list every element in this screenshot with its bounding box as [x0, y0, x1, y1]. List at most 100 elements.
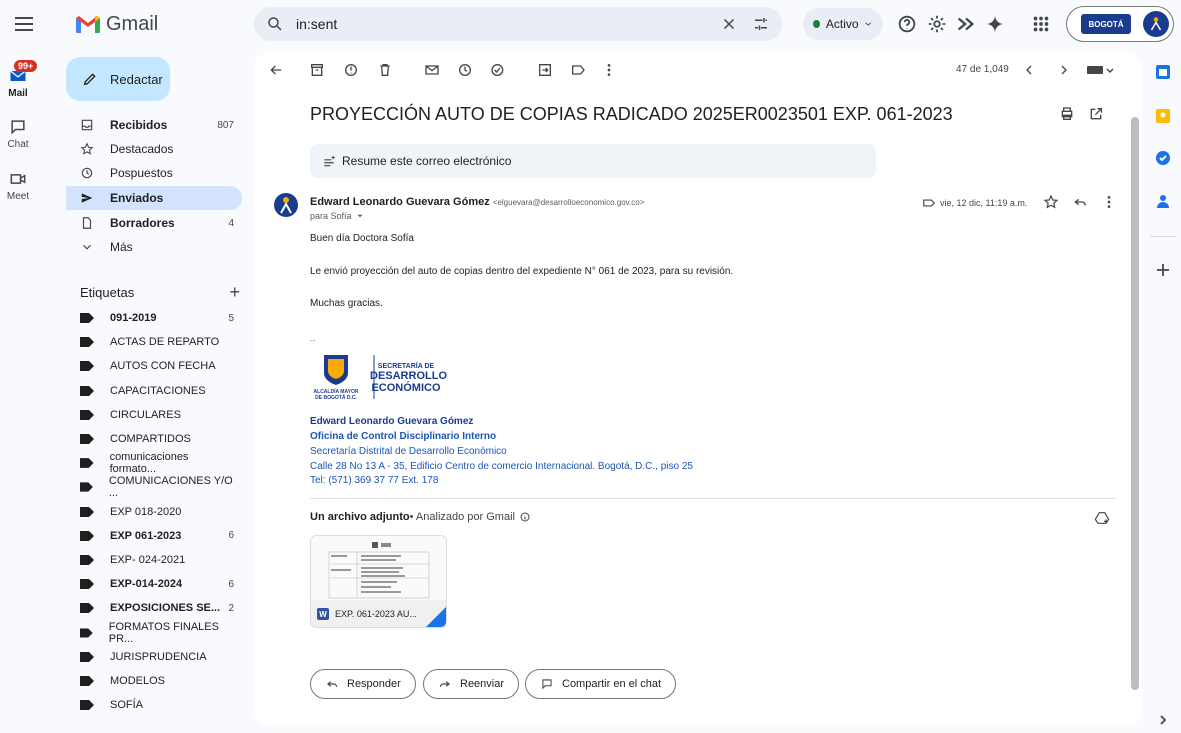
label-tag-icon: [80, 603, 94, 614]
label-item[interactable]: EXP 061-2023 6: [66, 524, 242, 548]
keep-app-button[interactable]: [1153, 106, 1173, 126]
more-vert-icon: [607, 64, 611, 76]
nav-item-sent[interactable]: Enviados: [66, 186, 242, 210]
label-item[interactable]: EXP 018-2020: [66, 500, 242, 524]
nav-item-more[interactable]: Más: [66, 235, 242, 259]
sender-avatar[interactable]: [274, 193, 298, 217]
more-options-button[interactable]: [601, 62, 617, 78]
avatar[interactable]: [1143, 11, 1169, 37]
contacts-app-button[interactable]: [1153, 191, 1173, 211]
label-item[interactable]: EXP- 024-2021: [66, 548, 242, 572]
label-count: 5: [228, 312, 234, 324]
older-button[interactable]: [1056, 62, 1072, 78]
search-bar[interactable]: [254, 7, 782, 41]
info-icon[interactable]: [519, 511, 531, 523]
reply-icon: [1074, 198, 1086, 206]
label-item[interactable]: EXP-014-2024 6: [66, 572, 242, 596]
calendar-icon: [1156, 65, 1170, 79]
star-button[interactable]: [1043, 194, 1059, 210]
scan-note: • Analizado por Gmail: [409, 511, 515, 523]
search-options-icon[interactable]: [752, 15, 770, 33]
rail-meet[interactable]: Meet: [0, 169, 36, 202]
label-item[interactable]: SOFÍA: [66, 693, 242, 717]
rail-meet-label: Meet: [6, 191, 30, 202]
label-button[interactable]: [570, 62, 586, 78]
print-button[interactable]: [1059, 106, 1075, 122]
forward-label: Reenviar: [460, 678, 505, 690]
main-menu-button[interactable]: [12, 12, 36, 36]
chevron-right-icon: [1160, 715, 1167, 725]
expand-panel-button[interactable]: [1153, 710, 1173, 730]
share-chat-button[interactable]: Compartir en el chat: [525, 669, 677, 699]
label-item[interactable]: EXPOSICIONES SE... 2: [66, 596, 242, 620]
compose-button[interactable]: Redactar: [66, 57, 170, 101]
archive-button[interactable]: [309, 62, 325, 78]
google-apps-button[interactable]: [1030, 13, 1052, 35]
summarize-button[interactable]: Resume este correo electrónico: [310, 144, 876, 178]
help-icon: [898, 15, 916, 33]
label-item[interactable]: FORMATOS FINALES PR...: [66, 621, 242, 645]
apps-script-button[interactable]: [955, 13, 977, 35]
label-item[interactable]: 091-2019 5: [66, 306, 242, 330]
email-greeting: Buen día Doctora Sofía: [310, 233, 414, 244]
label-item[interactable]: JURISPRUDENCIA: [66, 645, 242, 669]
label-item[interactable]: MODELOS: [66, 669, 242, 693]
mark-unread-button[interactable]: [424, 62, 440, 78]
input-tools-button[interactable]: [1086, 62, 1114, 78]
nav-item-starred[interactable]: Destacados: [66, 137, 242, 161]
open-new-window-button[interactable]: [1088, 106, 1104, 122]
save-to-drive-button[interactable]: [1094, 510, 1110, 526]
message-more-button[interactable]: [1101, 194, 1117, 210]
help-button[interactable]: [896, 13, 918, 35]
status-chip[interactable]: Activo: [803, 8, 883, 40]
search-input[interactable]: [296, 16, 720, 32]
recipient-line[interactable]: para Sofía: [310, 211, 365, 221]
gemini-button[interactable]: [984, 13, 1006, 35]
nav-label: Enviados: [110, 191, 164, 205]
email-thanks: Muchas gracias.: [310, 298, 383, 309]
back-button[interactable]: [268, 62, 284, 78]
chat-icon: [11, 120, 25, 135]
newer-button[interactable]: [1021, 62, 1037, 78]
settings-button[interactable]: [926, 13, 948, 35]
nav-item-inbox[interactable]: Recibidos 807: [66, 113, 242, 137]
add-task-button[interactable]: [490, 62, 506, 78]
snooze-button[interactable]: [457, 62, 473, 78]
sender-name[interactable]: Edward Leonardo Guevara Gómez: [310, 196, 490, 208]
tasks-app-button[interactable]: [1153, 148, 1173, 168]
nav-item-snoozed[interactable]: Pospuestos: [66, 161, 242, 185]
label-item[interactable]: COMPARTIDOS: [66, 427, 242, 451]
scrollbar[interactable]: [1131, 117, 1139, 690]
delete-button[interactable]: [377, 62, 393, 78]
add-label-button[interactable]: +: [229, 282, 240, 303]
star-icon: [1043, 194, 1059, 209]
label-item[interactable]: CAPACITACIONES: [66, 379, 242, 403]
label-tag-icon: [80, 700, 94, 711]
label-item[interactable]: ACTAS DE REPARTO: [66, 330, 242, 354]
user-avatar-icon: [280, 197, 292, 214]
label-item[interactable]: comunicaciones formato...: [66, 451, 242, 475]
label-item[interactable]: AUTOS CON FECHA: [66, 354, 242, 378]
label-tag-icon: [80, 628, 93, 638]
keyboard-icon: [1087, 66, 1114, 74]
get-addons-button[interactable]: [1153, 260, 1173, 280]
clear-search-icon[interactable]: [720, 15, 738, 33]
label-item[interactable]: COMUNICACIONES Y/O ...: [66, 475, 242, 499]
signature-org: Secretaría Distrital de Desarrollo Econó…: [310, 446, 507, 457]
label-item[interactable]: CIRCULARES: [66, 403, 242, 427]
gmail-logo[interactable]: Gmail: [76, 6, 158, 42]
nav-item-drafts[interactable]: Borradores 4: [66, 211, 242, 235]
reply-action-button[interactable]: Responder: [310, 669, 416, 699]
move-to-button[interactable]: [537, 62, 553, 78]
report-spam-button[interactable]: [343, 62, 359, 78]
account-badge[interactable]: BOGOTÁ: [1066, 6, 1174, 42]
reply-button[interactable]: [1072, 194, 1088, 210]
attachment-card[interactable]: W EXP. 061-2023 AU...: [310, 535, 447, 628]
label-tag-icon: [80, 651, 94, 662]
forward-action-button[interactable]: Reenviar: [423, 669, 520, 699]
hamburger-icon: [15, 17, 33, 31]
search-icon[interactable]: [266, 15, 284, 33]
calendar-app-button[interactable]: [1153, 62, 1173, 82]
rail-chat[interactable]: Chat: [0, 117, 36, 150]
label-name: COMPARTIDOS: [110, 433, 191, 445]
